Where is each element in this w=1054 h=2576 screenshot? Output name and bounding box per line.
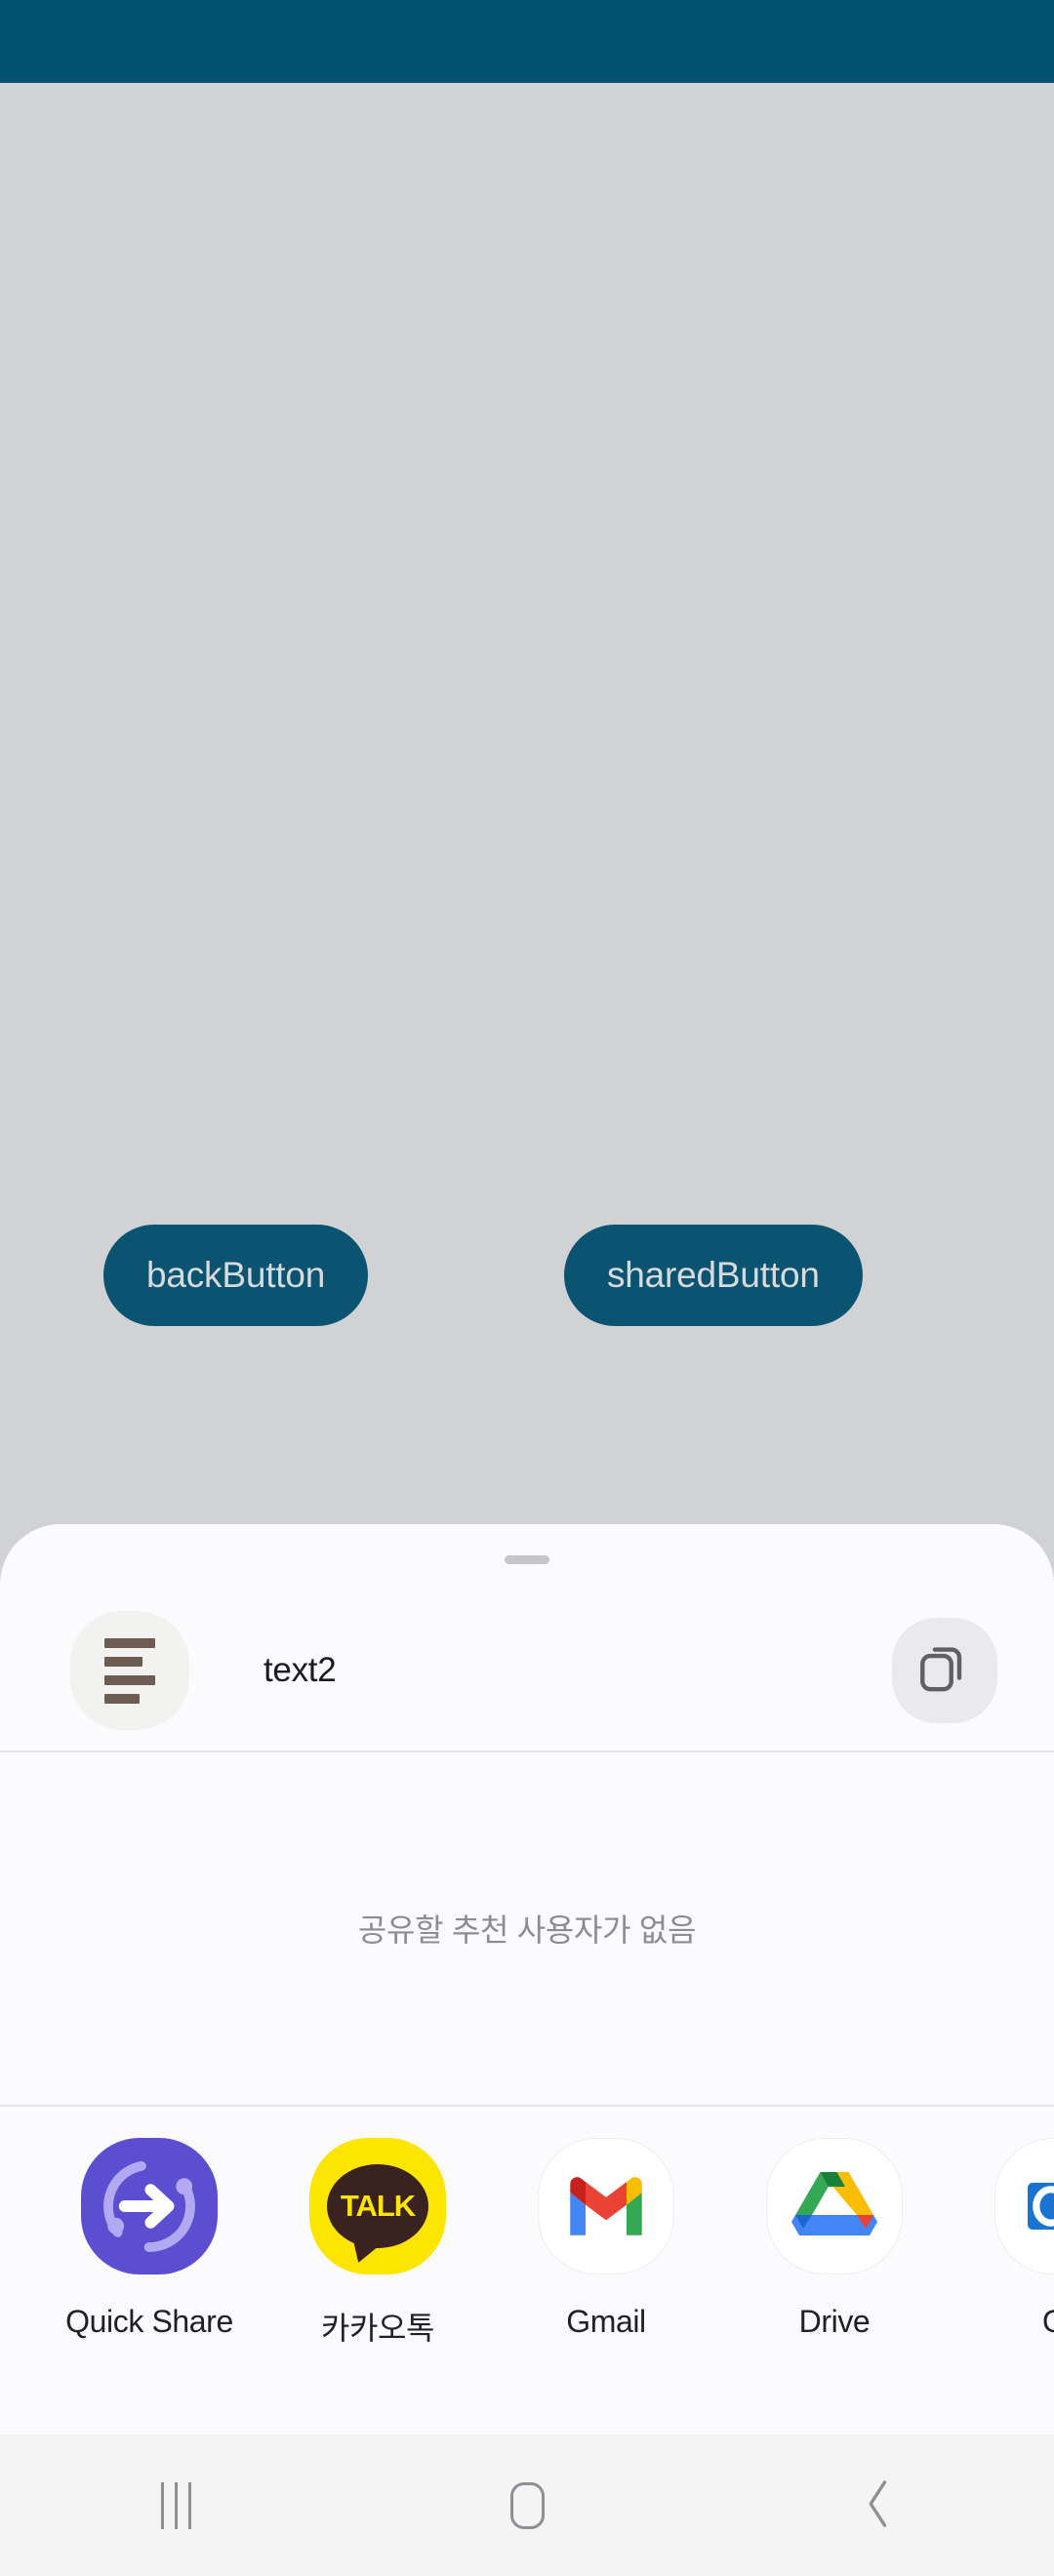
quick-share-icon bbox=[81, 2138, 218, 2274]
chevron-left-icon bbox=[862, 2478, 895, 2532]
kakao-speech-bubble: TALK bbox=[327, 2164, 428, 2248]
drag-handle[interactable] bbox=[505, 1555, 549, 1564]
app-label: Ou bbox=[1042, 2304, 1054, 2340]
kakaotalk-icon: TALK bbox=[309, 2138, 446, 2274]
app-target-row: Quick Share TALK 카카오톡 Gmail Drive bbox=[0, 2107, 1054, 2435]
app-label: Drive bbox=[798, 2304, 871, 2339]
app-content-area: backButton sharedButton bbox=[0, 83, 1054, 1537]
back-nav-button[interactable] bbox=[703, 2435, 1054, 2576]
outlook-icon bbox=[994, 2138, 1054, 2274]
shared-button[interactable]: sharedButton bbox=[564, 1225, 863, 1326]
copy-button[interactable] bbox=[892, 1618, 997, 1723]
button-row: backButton sharedButton bbox=[0, 1225, 1054, 1326]
google-drive-icon bbox=[766, 2138, 903, 2274]
system-navigation-bar bbox=[0, 2435, 1054, 2576]
back-button[interactable]: backButton bbox=[103, 1225, 369, 1326]
app-target-drive[interactable]: Drive bbox=[720, 2107, 949, 2340]
preview-thumbnail bbox=[70, 1611, 189, 1730]
recents-icon bbox=[160, 2481, 191, 2529]
app-label: Gmail bbox=[566, 2304, 646, 2339]
preview-title: text2 bbox=[264, 1651, 337, 1689]
gmail-icon bbox=[538, 2138, 674, 2274]
recents-button[interactable] bbox=[0, 2435, 351, 2576]
copy-icon bbox=[914, 1639, 975, 1703]
no-suggested-users-message: 공유할 추천 사용자가 없음 bbox=[357, 1912, 697, 1948]
app-target-quick-share[interactable]: Quick Share bbox=[35, 2107, 264, 2340]
home-icon bbox=[509, 2481, 545, 2529]
app-label: Quick Share bbox=[65, 2304, 233, 2339]
share-preview-header: text2 bbox=[0, 1592, 1054, 1749]
share-sheet: text2 공유할 추천 사용자가 없음 Quick Share TALK 카카… bbox=[0, 1524, 1054, 2435]
home-button[interactable] bbox=[351, 2435, 703, 2576]
app-target-outlook[interactable]: Ou bbox=[949, 2107, 1054, 2340]
app-label: 카카오톡 bbox=[320, 2311, 435, 2346]
app-target-gmail[interactable]: Gmail bbox=[492, 2107, 720, 2340]
app-target-kakaotalk[interactable]: TALK 카카오톡 bbox=[264, 2107, 492, 2349]
text-lines-icon bbox=[104, 1637, 155, 1704]
kakao-talk-text: TALK bbox=[340, 2189, 416, 2223]
status-bar bbox=[0, 0, 1054, 83]
